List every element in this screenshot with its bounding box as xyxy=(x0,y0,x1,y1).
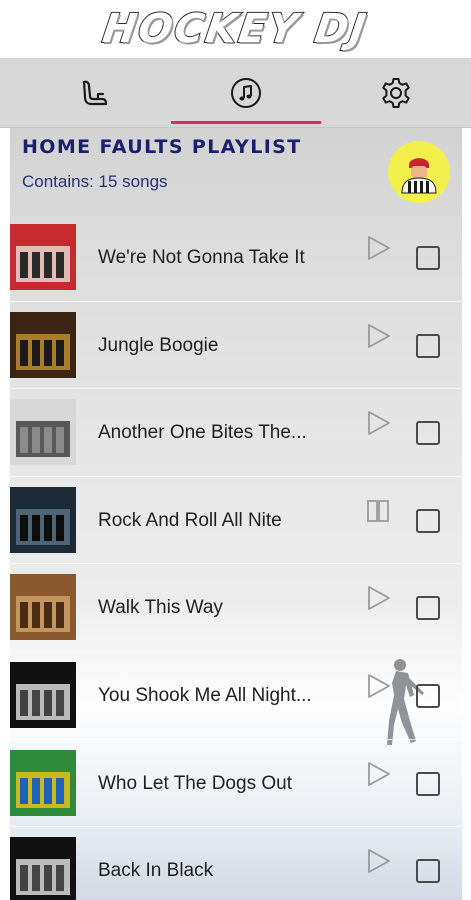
play-icon xyxy=(368,236,390,260)
song-checkbox[interactable] xyxy=(416,596,440,621)
song-checkbox[interactable] xyxy=(416,771,440,796)
song-checkbox[interactable] xyxy=(416,508,440,533)
song-title: Who Let The Dogs Out xyxy=(98,772,292,794)
music-note-icon xyxy=(231,78,261,108)
album-art xyxy=(10,486,76,553)
tab-settings[interactable] xyxy=(321,58,471,128)
gear-icon xyxy=(382,78,410,108)
song-list: We're Not Gonna Take It Jungle Boogie Anot… xyxy=(10,214,462,900)
song-title: Walk This Way xyxy=(98,597,223,619)
seat-icon xyxy=(82,80,108,106)
album-art xyxy=(10,661,76,728)
album-art xyxy=(10,749,76,816)
album-art xyxy=(10,224,76,290)
song-row[interactable]: Jungle Boogie xyxy=(10,302,462,390)
play-icon xyxy=(368,761,390,786)
song-title: You Shook Me All Night... xyxy=(98,684,312,706)
play-icon xyxy=(368,849,390,874)
pause-icon xyxy=(367,499,389,522)
active-tab-indicator xyxy=(171,121,321,124)
play-button[interactable] xyxy=(364,234,392,262)
pause-button[interactable] xyxy=(364,497,392,525)
tab-seat[interactable] xyxy=(20,58,170,128)
play-button[interactable] xyxy=(364,584,392,612)
song-checkbox[interactable] xyxy=(416,421,440,446)
song-title: We're Not Gonna Take It xyxy=(98,247,305,268)
playlist-title: HOME FAULTS PLAYLIST xyxy=(22,136,302,158)
playlist-panel: HOME FAULTS PLAYLIST Contains: 15 songs … xyxy=(10,128,462,900)
song-row[interactable]: Rock And Roll All Nite xyxy=(10,477,462,565)
play-button[interactable] xyxy=(364,847,392,875)
album-art xyxy=(10,837,76,900)
play-icon xyxy=(368,411,390,436)
song-row[interactable]: Who Let The Dogs Out xyxy=(10,740,462,828)
referee-avatar-icon xyxy=(401,158,437,194)
song-row[interactable]: Another One Bites The... xyxy=(10,389,462,477)
play-button[interactable] xyxy=(364,322,392,350)
song-title: Jungle Boogie xyxy=(98,334,219,356)
song-row[interactable]: Back In Black xyxy=(10,827,462,900)
album-art xyxy=(10,574,76,641)
tab-music[interactable] xyxy=(171,58,321,128)
tab-bar xyxy=(0,58,471,128)
song-checkbox[interactable] xyxy=(416,333,440,358)
song-title: Back In Black xyxy=(98,860,214,882)
play-button[interactable] xyxy=(364,760,392,788)
song-title: Rock And Roll All Nite xyxy=(98,509,282,531)
play-button[interactable] xyxy=(364,409,392,437)
album-art xyxy=(10,399,76,466)
play-icon xyxy=(368,323,390,348)
avatar[interactable] xyxy=(388,141,450,203)
play-button[interactable] xyxy=(364,672,392,700)
song-row[interactable]: You Shook Me All Night... xyxy=(10,652,462,740)
play-icon xyxy=(368,586,390,611)
song-title: Another One Bites The... xyxy=(98,422,307,444)
app-header: HOCKEY DJ xyxy=(0,0,471,58)
song-row[interactable]: We're Not Gonna Take It xyxy=(10,214,462,302)
song-checkbox[interactable] xyxy=(416,683,440,708)
playlist-song-count: Contains: 15 songs xyxy=(22,172,168,191)
app-logo: HOCKEY DJ xyxy=(99,5,372,53)
song-checkbox[interactable] xyxy=(416,859,440,884)
song-checkbox[interactable] xyxy=(416,246,440,270)
song-row[interactable]: Walk This Way xyxy=(10,564,462,652)
play-icon xyxy=(368,674,390,698)
album-art xyxy=(10,311,76,378)
